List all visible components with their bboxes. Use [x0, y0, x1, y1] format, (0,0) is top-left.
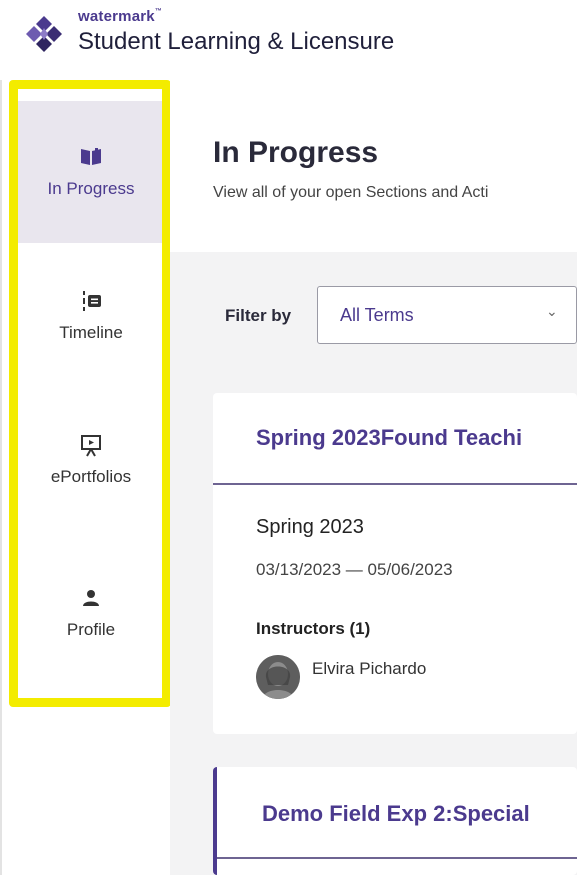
page-header: In Progress View all of your open Sectio… — [170, 80, 577, 252]
person-silhouette-icon — [256, 655, 300, 699]
app-header: watermark™ Student Learning & Licensure — [0, 0, 577, 78]
card-divider — [213, 483, 577, 485]
sidebar-item-eportfolios[interactable]: ePortfolios — [18, 389, 164, 531]
filter-selected-value: All Terms — [340, 305, 414, 325]
card-divider — [217, 857, 577, 859]
instructor-name: Elvira Pichardo — [312, 659, 427, 678]
watermark-logo-icon — [26, 16, 62, 52]
section-term: Spring 2023 — [256, 516, 364, 538]
term-filter-select[interactable]: All Terms ⌄ — [317, 286, 577, 344]
section-title-link[interactable]: Demo Field Exp 2:Special — [262, 801, 530, 827]
sidebar-item-in-progress[interactable]: In Progress — [18, 101, 164, 243]
sidebar-item-label: Timeline — [59, 323, 123, 342]
sidebar-item-label: Profile — [66, 620, 116, 639]
sidebar-item-timeline[interactable]: Timeline — [18, 245, 164, 387]
brand-watermark: watermark™ — [78, 8, 163, 25]
presentation-icon — [79, 433, 103, 457]
filter-label: Filter by — [225, 306, 292, 325]
instructors-label: Instructors (1) — [256, 619, 371, 638]
chevron-down-icon: ⌄ — [546, 303, 558, 319]
timeline-icon — [79, 289, 103, 313]
app-title: Student Learning & Licensure — [78, 28, 395, 55]
section-card[interactable]: Spring 2023Found Teachi Spring 2023 03/1… — [213, 393, 577, 734]
page-left-rule — [0, 80, 2, 875]
book-icon — [79, 145, 103, 169]
avatar — [256, 655, 300, 699]
sidebar-item-label: In Progress — [47, 179, 135, 198]
sidebar-item-label: ePortfolios — [50, 467, 132, 486]
person-icon — [79, 586, 103, 610]
page-title: In Progress — [213, 136, 379, 169]
sidebar-item-profile[interactable]: Profile — [18, 542, 164, 684]
section-dates: 03/13/2023 — 05/06/2023 — [256, 560, 453, 579]
page-subtitle: View all of your open Sections and Acti — [213, 184, 489, 201]
main-content: In Progress View all of your open Sectio… — [170, 80, 577, 875]
section-title-link[interactable]: Spring 2023Found Teachi — [256, 425, 522, 451]
section-card[interactable]: Demo Field Exp 2:Special — [213, 767, 577, 875]
